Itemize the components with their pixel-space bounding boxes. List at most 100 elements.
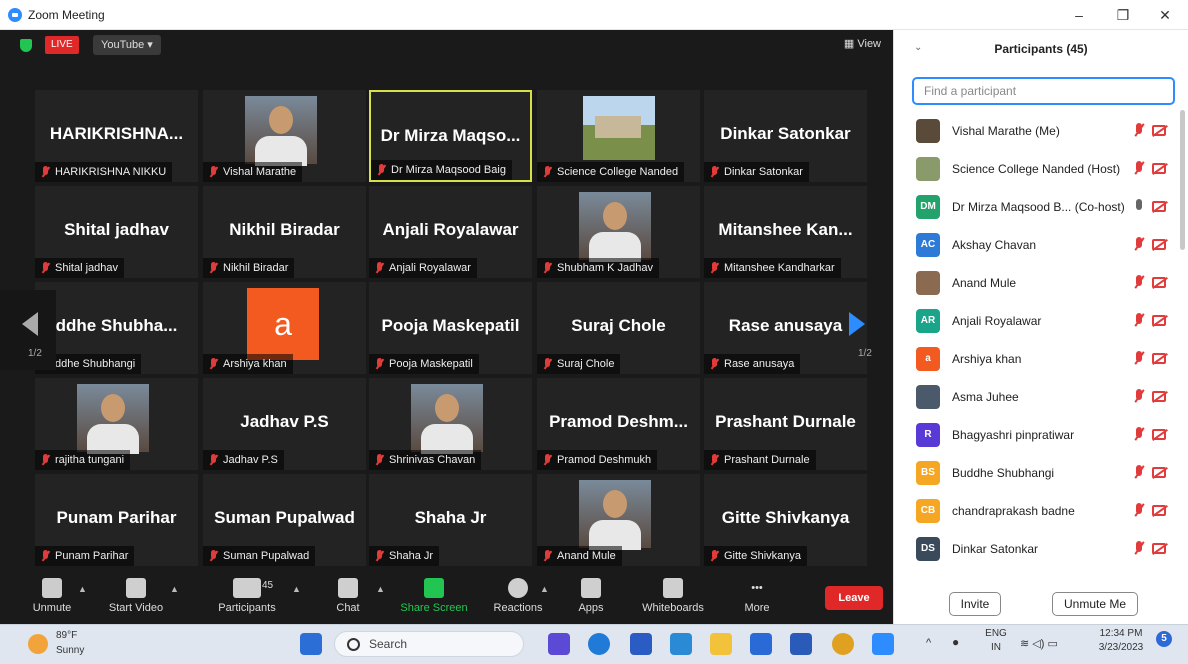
video-tile[interactable]: Suman Pupalwad Suman Pupalwad	[203, 474, 366, 566]
video-tile[interactable]: Gitte Shivkanya Gitte Shivkanya	[704, 474, 867, 566]
taskbar-search-box[interactable]: Search	[334, 631, 524, 657]
invite-button[interactable]: Invite	[949, 592, 1001, 616]
tray-overflow-chevron-icon[interactable]: ^	[926, 637, 931, 649]
weather-condition: Sunny	[56, 645, 85, 656]
store-icon[interactable]	[630, 633, 652, 655]
mic-muted-icon	[1132, 161, 1146, 177]
apps-button[interactable]: Apps	[574, 578, 608, 614]
live-badge[interactable]: LIVE	[45, 36, 79, 54]
whiteboards-button[interactable]: Whiteboards	[638, 578, 708, 614]
participant-row[interactable]: a Arshiya khan	[894, 340, 1174, 378]
participant-photo	[77, 384, 149, 454]
start-video-button[interactable]: Start Video	[104, 578, 168, 614]
participant-row[interactable]: Science College Nanded (Host)	[894, 150, 1174, 188]
video-tile[interactable]: Shubham K Jadhav	[537, 186, 700, 278]
video-tile[interactable]: Science College Nanded	[537, 90, 700, 182]
security-shield-icon[interactable]	[20, 39, 32, 52]
title-bar: Zoom Meeting – ❐ ✕	[0, 0, 1188, 30]
video-tile[interactable]: Mitanshee Kan... Mitanshee Kandharkar	[704, 186, 867, 278]
video-tile[interactable]: Anjali Royalawar Anjali Royalawar	[369, 186, 532, 278]
word-icon[interactable]	[790, 633, 812, 655]
participant-row[interactable]: AC Akshay Chavan	[894, 226, 1174, 264]
reactions-button[interactable]: Reactions	[490, 578, 546, 614]
participant-row[interactable]: DM Dr Mirza Maqsood B... (Co-host)	[894, 188, 1174, 226]
tile-display-name: Prashant Durnale	[715, 412, 856, 431]
video-tile[interactable]: rajitha tungani	[35, 378, 198, 470]
video-options-caret-icon[interactable]: ▲	[170, 584, 179, 594]
video-tile[interactable]: Anand Mule	[537, 474, 700, 566]
mic-muted-icon	[1132, 389, 1146, 405]
video-tile[interactable]: Pramod Deshm... Pramod Deshmukh	[537, 378, 700, 470]
reactions-options-caret-icon[interactable]: ▲	[540, 584, 549, 594]
video-tile[interactable]: HARIKRISHNA... HARIKRISHNA NIKKU	[35, 90, 198, 182]
video-tile[interactable]: Jadhav P.S Jadhav P.S	[203, 378, 366, 470]
zoom-taskbar-icon[interactable]	[872, 633, 894, 655]
unmute-me-button[interactable]: Unmute Me	[1052, 592, 1138, 616]
tile-display-name: Shaha Jr	[414, 508, 487, 527]
video-off-icon	[1152, 353, 1166, 364]
video-tile[interactable]: ddhe Shubha... ddhe Shubhangi	[35, 282, 198, 374]
tile-name-label: Pooja Maskepatil	[369, 354, 479, 374]
participant-avatar	[916, 119, 940, 143]
wifi-volume-battery-icon[interactable]: ≋ ◁) ▭	[1020, 637, 1058, 650]
arrow-left-icon	[22, 312, 38, 336]
chat-button[interactable]: Chat	[332, 578, 364, 614]
clock[interactable]: 12:34 PM 3/23/2023	[1090, 627, 1152, 655]
participant-name: Mitanshee Kandharkar	[724, 262, 835, 274]
app-l-icon[interactable]	[750, 633, 772, 655]
tray-mic-icon[interactable]: ●	[952, 635, 959, 649]
windows-start-icon[interactable]	[300, 633, 322, 655]
participant-row[interactable]: Vishal Marathe (Me)	[894, 112, 1174, 150]
participants-options-caret-icon[interactable]: ▲	[292, 584, 301, 594]
participant-list-scrollbar[interactable]	[1180, 110, 1185, 250]
video-tile[interactable]: Shrinivas Chavan	[369, 378, 532, 470]
mic-muted-icon	[543, 550, 552, 562]
video-tile[interactable]: Dr Mirza Maqso... Dr Mirza Maqsood Baig	[369, 90, 532, 182]
video-tile[interactable]: Dinkar Satonkar Dinkar Satonkar	[704, 90, 867, 182]
tile-name-label: Nikhil Biradar	[203, 258, 295, 278]
restore-button[interactable]: ❐	[1100, 0, 1146, 30]
participant-row[interactable]: R Bhagyashri pinpratiwar	[894, 416, 1174, 454]
video-off-icon	[1152, 505, 1166, 516]
participant-search-input[interactable]	[912, 77, 1175, 105]
share-screen-button[interactable]: Share Screen	[398, 578, 470, 614]
participant-name: Science College Nanded	[557, 166, 679, 178]
participant-name: Anand Mule	[557, 550, 616, 562]
participant-row[interactable]: Anand Mule	[894, 264, 1174, 302]
chrome-icon[interactable]	[832, 633, 854, 655]
video-tile[interactable]: Pooja Maskepatil Pooja Maskepatil	[369, 282, 532, 374]
chat-options-caret-icon[interactable]: ▲	[376, 584, 385, 594]
weather-sun-icon[interactable]	[28, 634, 48, 654]
more-button[interactable]: ••• More	[740, 578, 774, 614]
weather-widget[interactable]: 89°F Sunny	[56, 628, 84, 658]
video-tile[interactable]: Shital jadhav Shital jadhav	[35, 186, 198, 278]
video-tile[interactable]: Vishal Marathe	[203, 90, 366, 182]
participant-row[interactable]: CB chandraprakash badne	[894, 492, 1174, 530]
video-tile[interactable]: Suraj Chole Suraj Chole	[537, 282, 700, 374]
video-tile[interactable]: Shaha Jr Shaha Jr	[369, 474, 532, 566]
teams-icon[interactable]	[548, 633, 570, 655]
tile-name-label: Mitanshee Kandharkar	[704, 258, 841, 278]
audio-options-caret-icon[interactable]: ▲	[78, 584, 87, 594]
mic-muted-icon	[1132, 465, 1146, 481]
participant-row[interactable]: DS Dinkar Satonkar	[894, 530, 1174, 568]
minimize-button[interactable]: –	[1056, 0, 1102, 30]
youtube-dropdown[interactable]: YouTube ▾	[93, 35, 161, 55]
participant-row[interactable]: BS Buddhe Shubhangi	[894, 454, 1174, 492]
language-indicator[interactable]: ENG IN	[984, 627, 1008, 655]
video-tile[interactable]: Nikhil Biradar Nikhil Biradar	[203, 186, 366, 278]
participant-row[interactable]: Asma Juhee	[894, 378, 1174, 416]
video-tile[interactable]: a Arshiya khan	[203, 282, 366, 374]
leave-button[interactable]: Leave	[825, 586, 883, 610]
video-tile[interactable]: Punam Parihar Punam Parihar	[35, 474, 198, 566]
view-button[interactable]: ▦ View	[844, 37, 881, 50]
video-tile[interactable]: Prashant Durnale Prashant Durnale	[704, 378, 867, 470]
mail-icon[interactable]	[670, 633, 692, 655]
file-explorer-icon[interactable]	[710, 633, 732, 655]
participant-row[interactable]: AR Anjali Royalawar	[894, 302, 1174, 340]
notification-badge[interactable]: 5	[1156, 631, 1172, 647]
edge-browser-icon[interactable]	[588, 633, 610, 655]
close-button[interactable]: ✕	[1142, 0, 1188, 30]
mic-muted-icon	[1132, 123, 1146, 139]
unmute-button[interactable]: Unmute	[30, 578, 74, 614]
